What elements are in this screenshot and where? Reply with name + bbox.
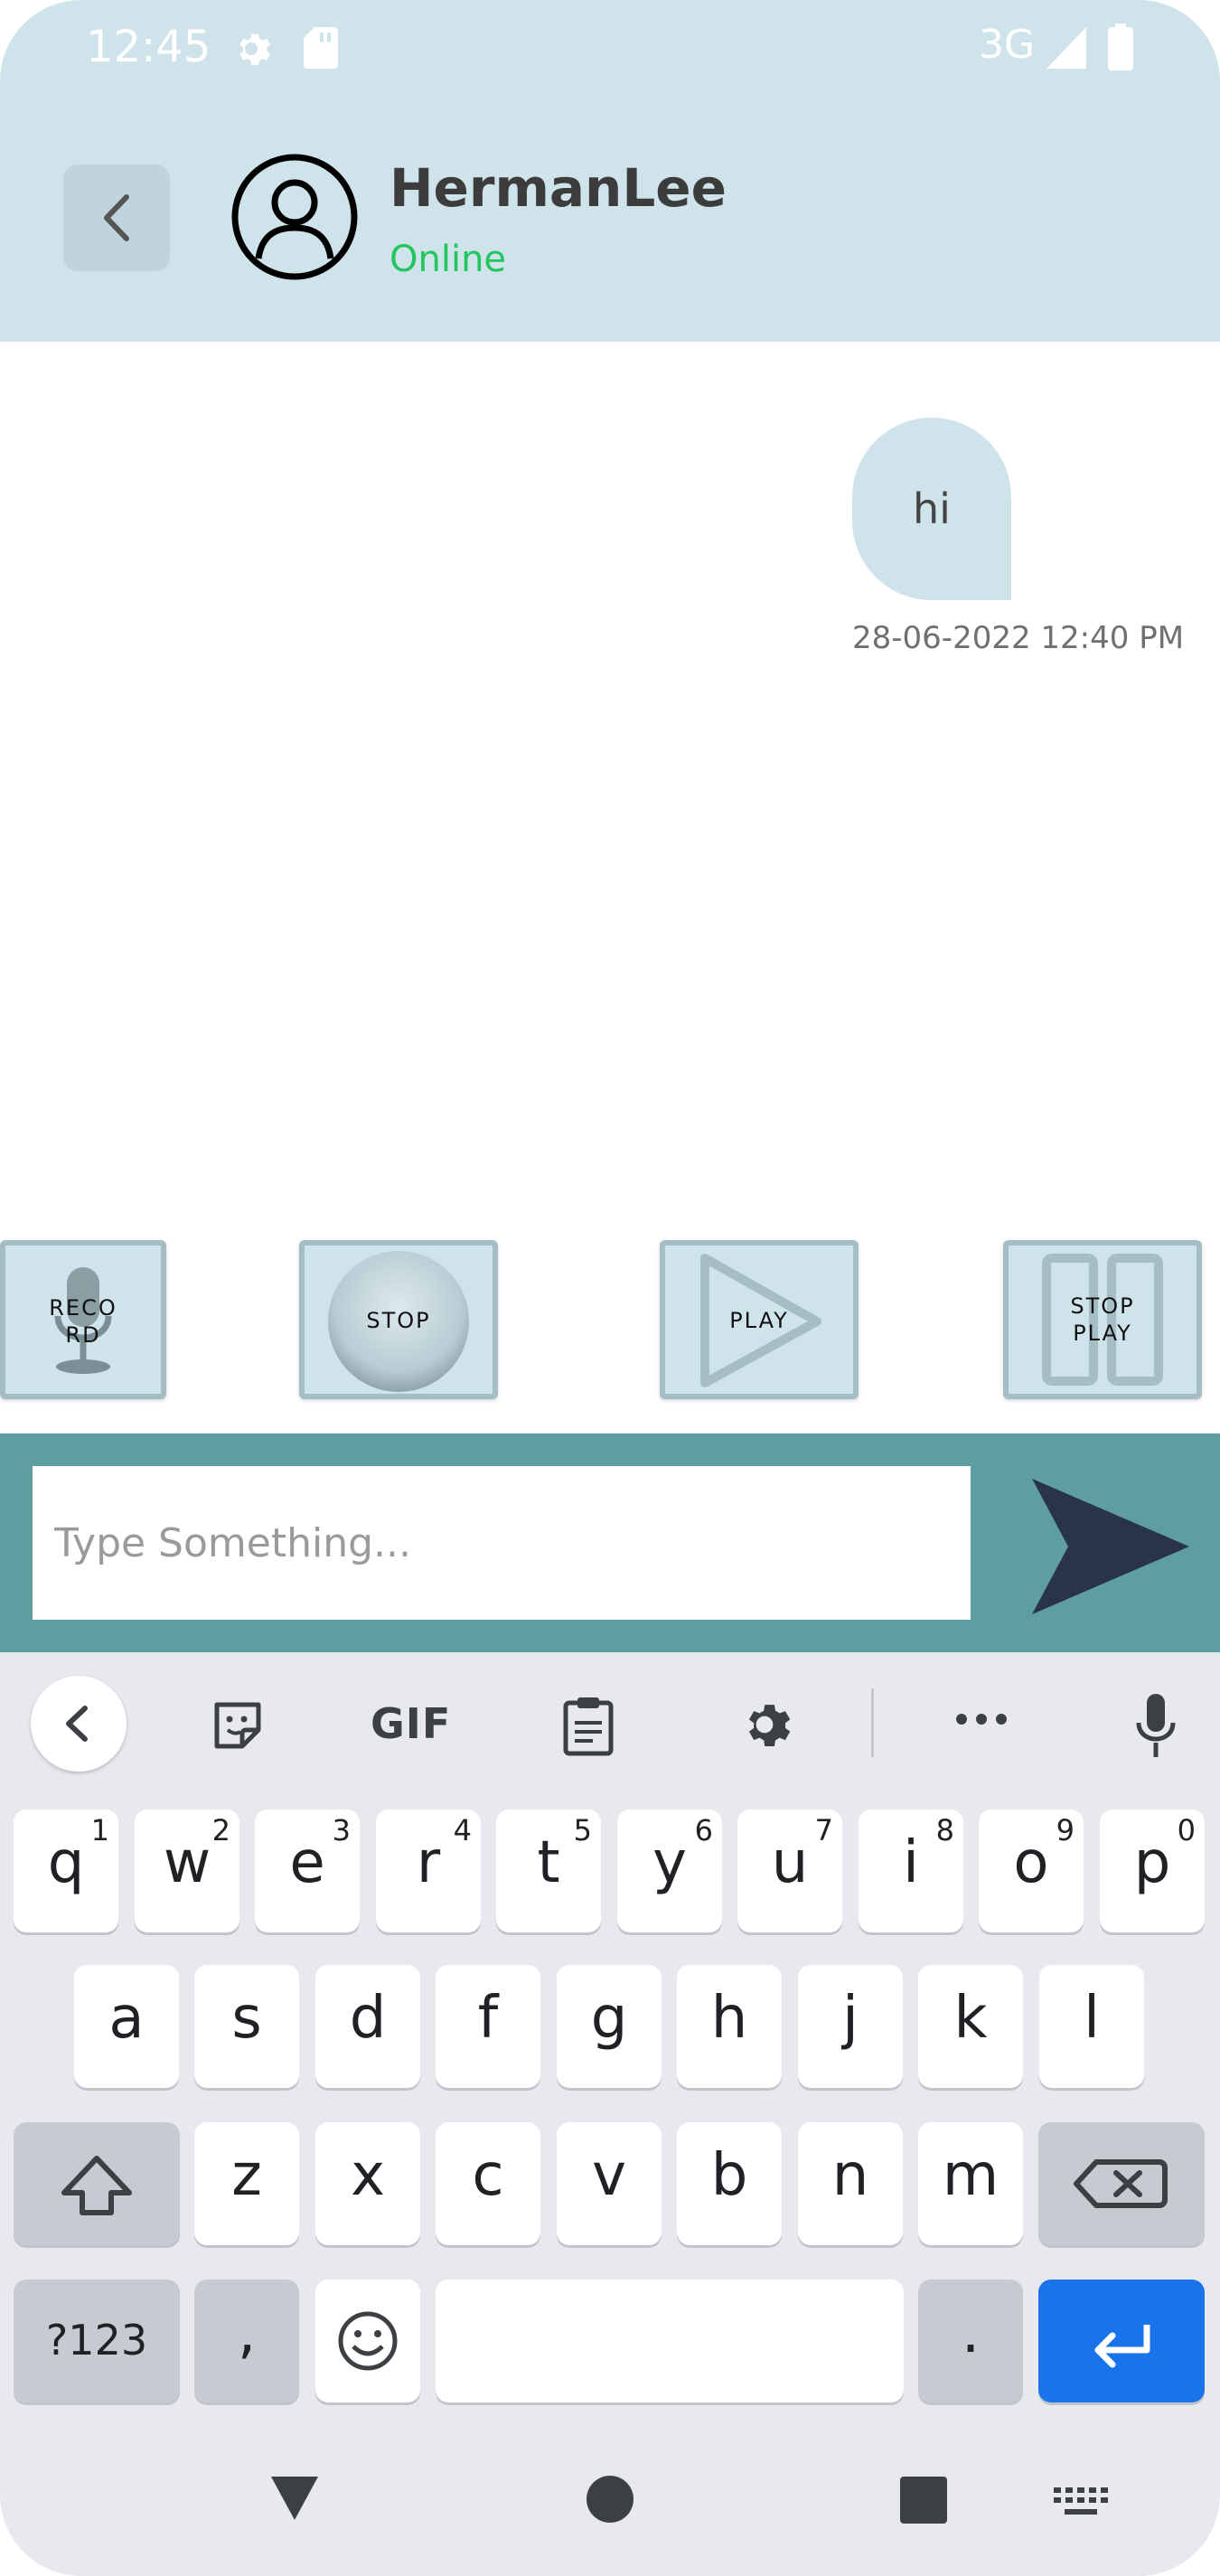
record-label: RECO RD xyxy=(49,1295,117,1348)
period-key[interactable]: . xyxy=(918,2280,1023,2402)
key-f[interactable]: f xyxy=(436,1965,540,2088)
toolbar-divider xyxy=(871,1688,874,1757)
recents-square-icon[interactable] xyxy=(900,2477,947,2524)
key-i[interactable]: i8 xyxy=(859,1810,963,1932)
key-o[interactable]: o9 xyxy=(979,1810,1084,1932)
contact-status: Online xyxy=(389,239,507,280)
settings-icon[interactable] xyxy=(736,1696,793,1753)
key-r[interactable]: r4 xyxy=(376,1810,481,1932)
key-x[interactable]: x xyxy=(315,2122,420,2245)
composer-bar xyxy=(0,1434,1220,1652)
chevron-left-icon xyxy=(66,1706,88,1742)
message-bubble[interactable]: hi xyxy=(852,418,1011,600)
message-text: hi xyxy=(913,484,951,533)
network-type: 3G xyxy=(979,22,1036,68)
send-icon[interactable] xyxy=(1027,1479,1195,1614)
space-key[interactable] xyxy=(436,2280,904,2402)
symbols-key[interactable]: ?123 xyxy=(14,2280,180,2402)
key-c[interactable]: c xyxy=(436,2122,540,2245)
mic-icon[interactable] xyxy=(1133,1692,1178,1761)
keyboard-back-button[interactable] xyxy=(31,1676,127,1772)
key-k[interactable]: k xyxy=(918,1965,1023,2088)
back-button[interactable] xyxy=(63,165,170,271)
stop-label: STOP xyxy=(366,1308,431,1333)
key-b[interactable]: b xyxy=(677,2122,782,2245)
key-z[interactable]: z xyxy=(194,2122,299,2245)
stop-button[interactable]: STOP xyxy=(299,1240,498,1399)
signal-icon xyxy=(1046,27,1086,69)
emoji-icon xyxy=(338,2311,398,2371)
comma-key[interactable]: , xyxy=(194,2280,299,2402)
clipboard-icon[interactable] xyxy=(560,1694,616,1757)
avatar-icon[interactable] xyxy=(231,154,358,280)
play-button[interactable]: PLAY xyxy=(660,1240,859,1399)
message-timestamp: 28-06-2022 12:40 PM xyxy=(852,620,1185,656)
key-q[interactable]: q1 xyxy=(14,1810,118,1932)
key-d[interactable]: d xyxy=(315,1965,420,2088)
keyboard-switch-icon[interactable] xyxy=(1054,2487,1108,2518)
key-a[interactable]: a xyxy=(74,1965,179,2088)
sticker-icon[interactable] xyxy=(210,1697,266,1753)
contact-name: HermanLee xyxy=(389,157,727,219)
key-n[interactable]: n xyxy=(798,2122,903,2245)
key-h[interactable]: h xyxy=(677,1965,782,2088)
enter-icon xyxy=(1094,2325,1150,2368)
backspace-icon xyxy=(1074,2159,1168,2208)
play-label: PLAY xyxy=(729,1308,789,1333)
home-circle-icon[interactable] xyxy=(586,2475,634,2524)
backspace-key[interactable] xyxy=(1038,2122,1205,2245)
key-y[interactable]: y6 xyxy=(617,1810,722,1932)
key-t[interactable]: t5 xyxy=(496,1810,601,1932)
key-p[interactable]: p0 xyxy=(1100,1810,1205,1932)
key-u[interactable]: u7 xyxy=(737,1810,842,1932)
phone-screen: 12:45 3G HermanLee Online hi 28-06-2022 … xyxy=(0,0,1220,2576)
shift-key[interactable] xyxy=(14,2122,180,2245)
key-v[interactable]: v xyxy=(557,2122,662,2245)
status-bar: 12:45 3G xyxy=(0,0,1220,99)
message-input[interactable] xyxy=(33,1466,971,1620)
record-button[interactable]: RECO RD xyxy=(0,1240,166,1399)
system-navbar xyxy=(0,2431,1220,2576)
chat-header: 12:45 3G HermanLee Online xyxy=(0,0,1220,342)
shift-icon xyxy=(61,2156,132,2215)
key-m[interactable]: m xyxy=(918,2122,1023,2245)
key-e[interactable]: e3 xyxy=(255,1810,360,1932)
stop-play-label: STOP PLAY xyxy=(1070,1293,1135,1346)
key-s[interactable]: s xyxy=(194,1965,299,2088)
battery-icon xyxy=(1108,24,1133,71)
key-j[interactable]: j xyxy=(798,1965,903,2088)
settings-icon xyxy=(239,33,271,65)
gif-button[interactable]: GIF xyxy=(371,1699,451,1748)
stop-play-button[interactable]: STOP PLAY xyxy=(1003,1240,1202,1399)
key-w[interactable]: w2 xyxy=(135,1810,239,1932)
key-g[interactable]: g xyxy=(557,1965,662,2088)
enter-key[interactable] xyxy=(1038,2280,1205,2402)
emoji-key[interactable] xyxy=(315,2280,420,2402)
sd-card-icon xyxy=(304,27,338,69)
status-time: 12:45 xyxy=(86,22,211,72)
key-l[interactable]: l xyxy=(1039,1965,1144,2088)
chevron-left-icon xyxy=(104,194,129,241)
more-icon[interactable] xyxy=(954,1712,1009,1726)
back-triangle-icon[interactable] xyxy=(269,2473,320,2524)
